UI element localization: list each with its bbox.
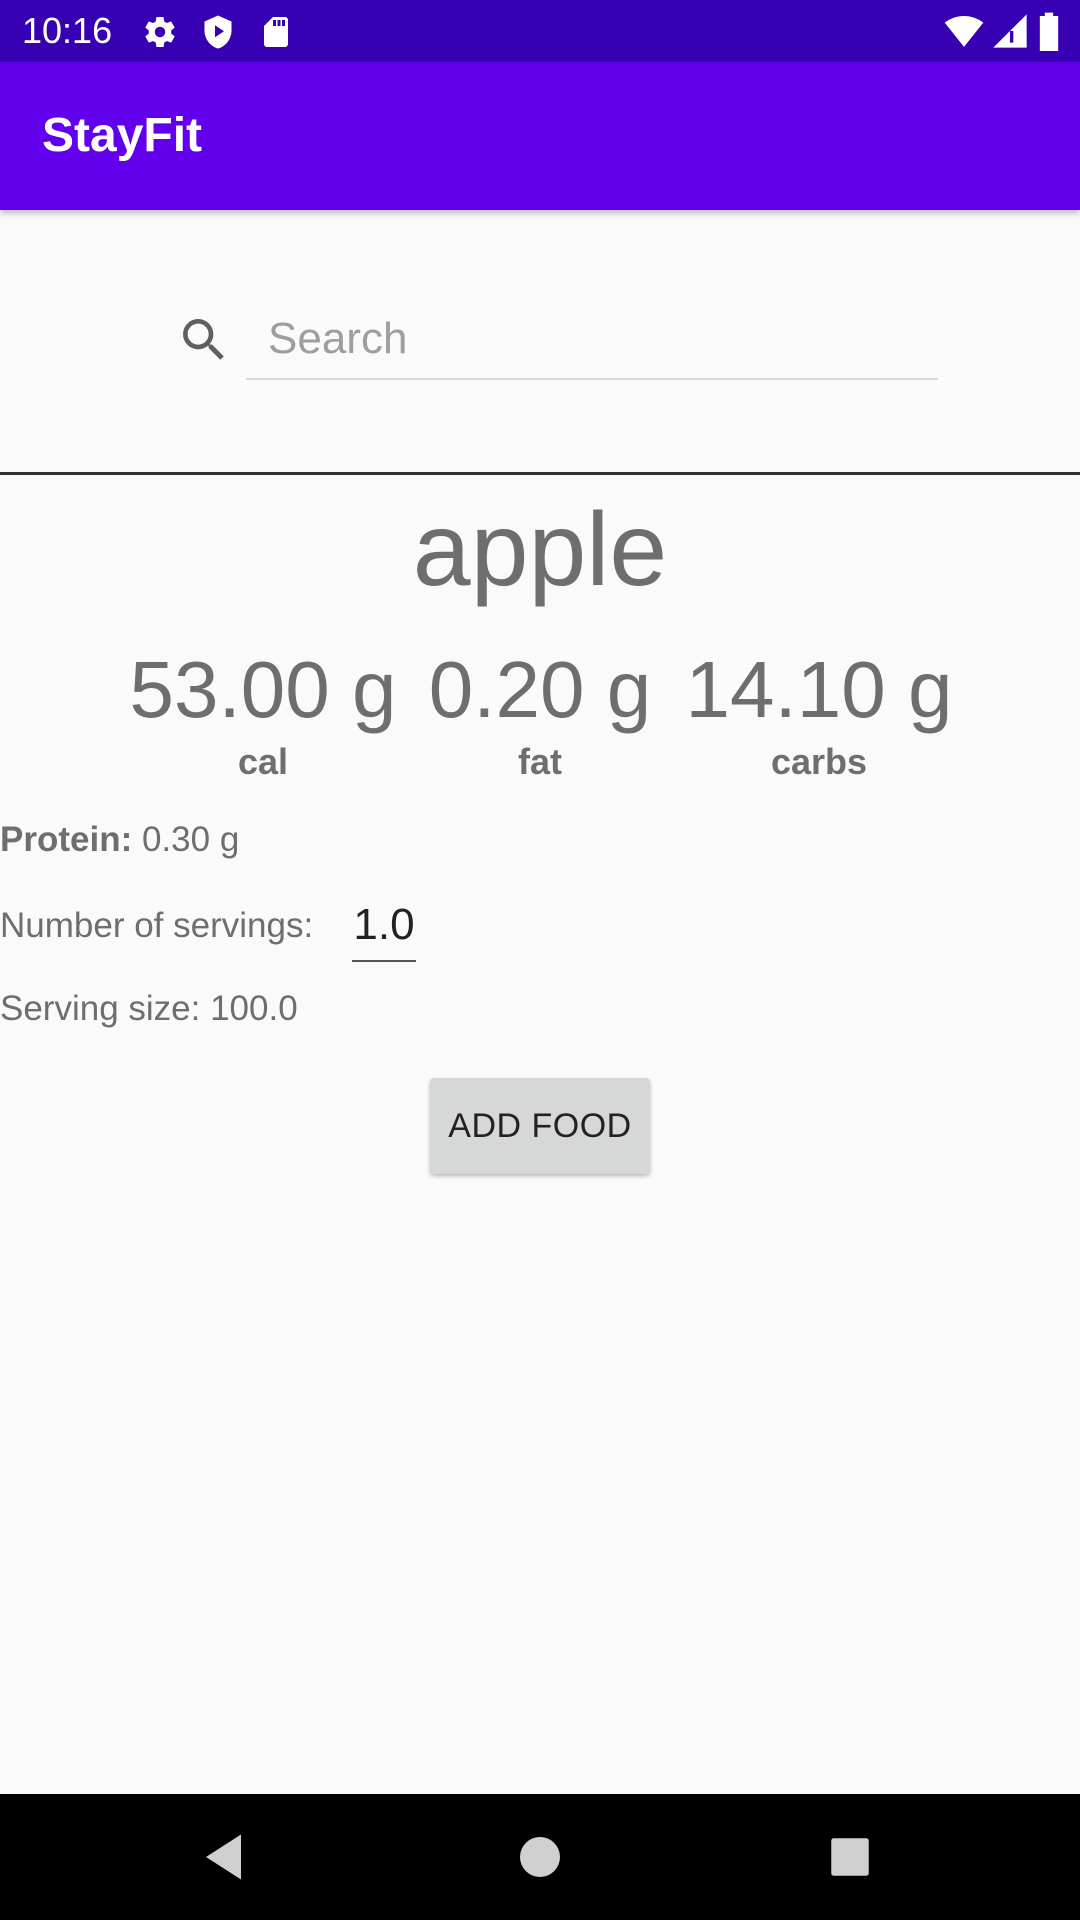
add-food-button[interactable]: ADD FOOD — [430, 1078, 650, 1174]
screen: 10:16 StayFit apple 53.00 g cal — [0, 0, 1080, 1920]
carbs-label: carbs — [770, 741, 868, 782]
servings-input[interactable] — [352, 890, 416, 962]
battery-icon — [1036, 11, 1062, 51]
search-input[interactable] — [246, 300, 938, 380]
fat-label: fat — [518, 741, 562, 782]
nav-bar — [0, 1794, 1080, 1920]
app-bar: StayFit — [0, 62, 1080, 210]
food-name: apple — [412, 492, 668, 608]
app-title: StayFit — [42, 109, 203, 162]
status-time: 10:16 — [22, 10, 113, 51]
recents-icon[interactable] — [820, 1827, 880, 1887]
protein-row: Protein: 0.30 g — [0, 818, 239, 862]
macro-fat: 0.20 g fat — [426, 640, 654, 784]
macro-calories: 53.00 g cal — [128, 640, 398, 784]
protein-value: 0.30 g — [141, 820, 240, 859]
gear-icon — [142, 14, 178, 50]
serving-size-text: Serving size: 100.0 — [0, 989, 298, 1028]
macro-carbs: 14.10 g carbs — [682, 640, 956, 784]
signal-icon — [990, 11, 1030, 51]
servings-label: Number of servings: — [0, 906, 314, 945]
protein-label: Protein: — [0, 820, 133, 859]
search-icon[interactable] — [176, 312, 232, 368]
carbs-value: 14.10 g — [685, 645, 953, 734]
calories-value: 53.00 g — [129, 645, 397, 734]
calories-label: cal — [237, 741, 289, 782]
back-icon[interactable] — [196, 1827, 256, 1887]
divider — [0, 472, 1080, 475]
wifi-icon — [944, 11, 984, 51]
fat-value: 0.20 g — [428, 645, 652, 734]
sd-card-icon — [258, 14, 294, 50]
home-icon[interactable] — [510, 1827, 570, 1887]
shield-play-icon — [200, 14, 236, 50]
status-bar: 10:16 — [0, 0, 1080, 62]
